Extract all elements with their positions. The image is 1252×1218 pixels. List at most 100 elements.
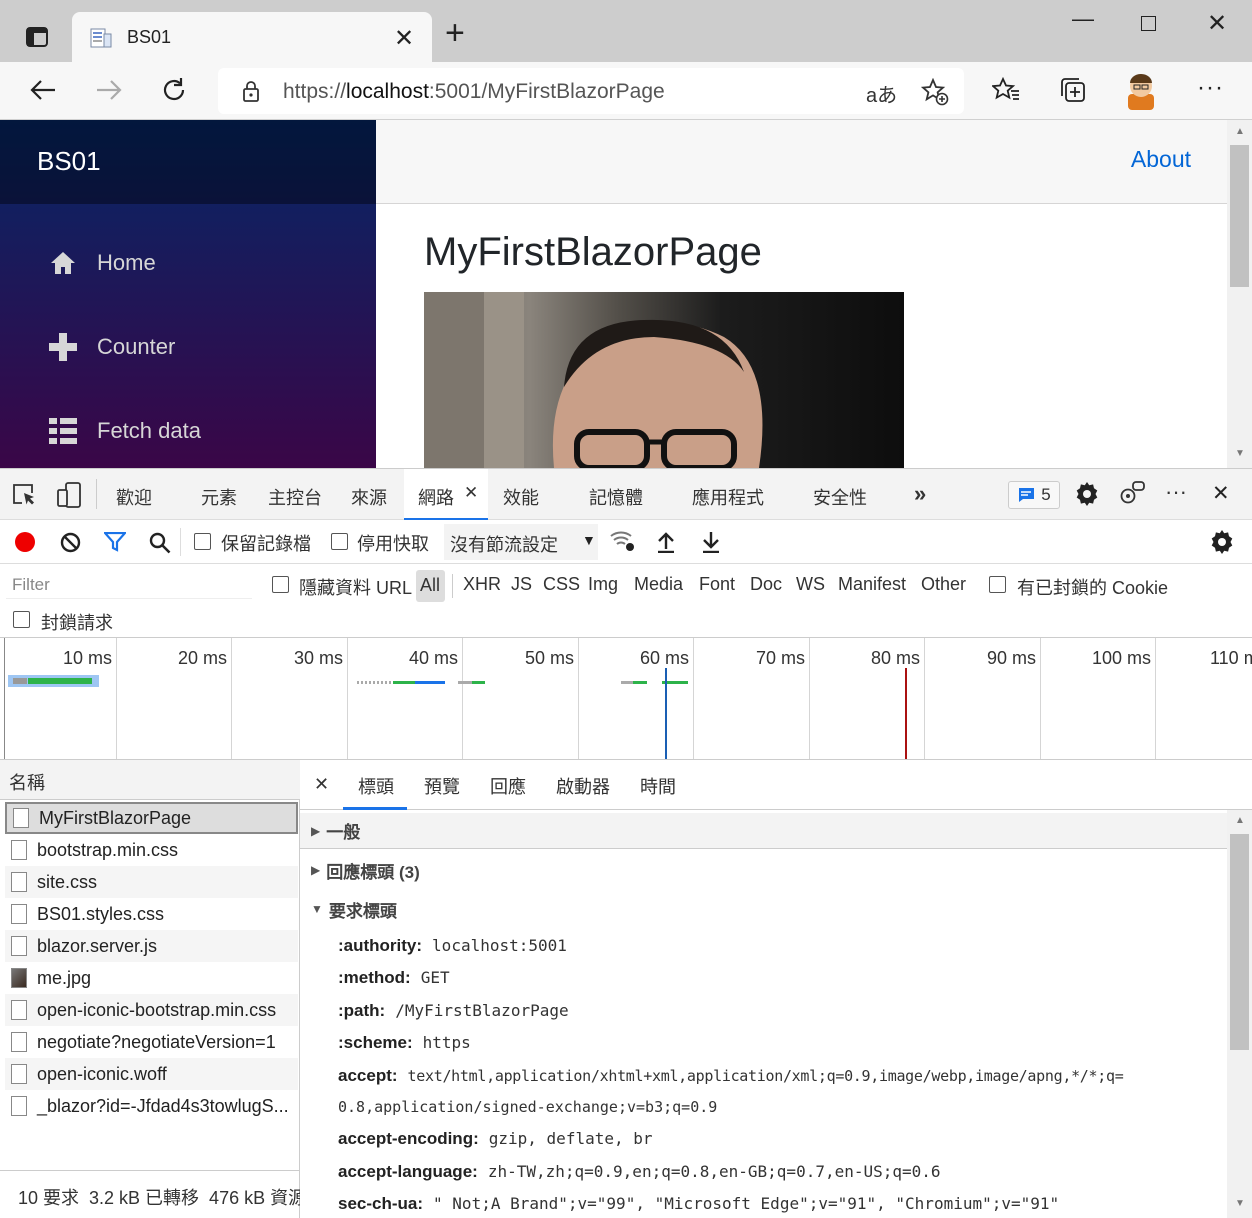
- request-row[interactable]: bootstrap.min.css: [5, 834, 298, 866]
- add-favorite-icon[interactable]: [920, 77, 949, 111]
- close-detail-icon[interactable]: ✕: [314, 774, 329, 795]
- header-row[interactable]: :scheme: https: [338, 1033, 471, 1053]
- request-row[interactable]: BS01.styles.css: [5, 898, 298, 930]
- devtools-tab-security[interactable]: 安全性: [813, 484, 867, 510]
- request-row[interactable]: open-iconic.woff: [5, 1058, 298, 1090]
- header-row[interactable]: :method: GET: [338, 968, 450, 988]
- filter-type-manifest[interactable]: Manifest: [838, 574, 906, 595]
- devtools-settings-icon[interactable]: [1075, 482, 1099, 511]
- disable-cache-checkbox[interactable]: [331, 533, 348, 550]
- page-scroll-thumb[interactable]: [1230, 145, 1249, 287]
- request-row[interactable]: open-iconic-bootstrap.min.css: [5, 994, 298, 1026]
- forward-icon[interactable]: [93, 74, 125, 106]
- header-row[interactable]: :authority: localhost:5001: [338, 936, 567, 956]
- filter-type-img[interactable]: Img: [588, 574, 618, 595]
- filter-type-font[interactable]: Font: [699, 574, 735, 595]
- devtools-tab-welcome[interactable]: 歡迎: [116, 484, 152, 510]
- brand-link[interactable]: BS01: [37, 146, 101, 177]
- scroll-up-icon[interactable]: ▲: [1235, 815, 1245, 826]
- hide-data-url-checkbox[interactable]: [272, 576, 289, 593]
- read-aloud-icon[interactable]: aあ: [866, 79, 897, 108]
- section-response-headers[interactable]: ▶ 回應標頭 (3): [300, 852, 1227, 888]
- address-bar[interactable]: https://localhost:5001/MyFirstBlazorPage…: [218, 68, 964, 114]
- header-row[interactable]: accept-encoding: gzip, deflate, br: [338, 1129, 653, 1149]
- request-row[interactable]: me.jpg: [5, 962, 298, 994]
- minimize-icon[interactable]: —: [1072, 6, 1094, 32]
- header-row-continuation[interactable]: 0.8,application/signed-exchange;v=b3;q=0…: [338, 1097, 717, 1117]
- filter-icon[interactable]: [102, 531, 128, 557]
- detail-scroll-thumb[interactable]: [1230, 834, 1249, 1050]
- header-row[interactable]: accept-language: zh-TW,zh;q=0.9,en;q=0.8,…: [338, 1162, 941, 1182]
- back-icon[interactable]: [27, 74, 59, 106]
- network-overview-timeline[interactable]: 10 ms 20 ms 30 ms 40 ms 50 ms 60 ms 70 m…: [0, 638, 1252, 760]
- page-scrollbar[interactable]: ▲ ▼: [1227, 120, 1252, 468]
- close-devtools-icon[interactable]: ✕: [1212, 481, 1230, 506]
- tab-actions-icon[interactable]: [22, 22, 52, 52]
- browser-tab[interactable]: BS01 ✕: [72, 12, 432, 62]
- more-tabs-icon[interactable]: »: [914, 481, 926, 507]
- url-text[interactable]: https://localhost:5001/MyFirstBlazorPage: [283, 80, 665, 104]
- blocked-requests-checkbox[interactable]: [13, 611, 30, 628]
- preserve-log-checkbox[interactable]: [194, 533, 211, 550]
- filter-type-all[interactable]: All: [416, 570, 445, 602]
- section-general[interactable]: ▶ 一般: [300, 813, 1227, 849]
- search-icon[interactable]: [149, 532, 171, 559]
- inspect-element-icon[interactable]: [12, 483, 38, 512]
- nav-item-counter[interactable]: Counter: [48, 327, 348, 367]
- filter-type-other[interactable]: Other: [921, 574, 966, 595]
- nav-item-home[interactable]: Home: [48, 243, 348, 283]
- request-row[interactable]: negotiate?negotiateVersion=1: [5, 1026, 298, 1058]
- blocked-cookies-checkbox[interactable]: [989, 576, 1006, 593]
- window-close-icon[interactable]: ✕: [1207, 9, 1227, 38]
- devtools-tab-console[interactable]: 主控台: [268, 484, 322, 510]
- new-tab-icon[interactable]: +: [445, 14, 465, 53]
- header-row[interactable]: sec-ch-ua: " Not;A Brand";v="99", "Micros…: [338, 1194, 1059, 1214]
- device-emulation-icon[interactable]: [56, 482, 82, 513]
- devtools-tab-performance[interactable]: 效能: [503, 484, 539, 510]
- about-link[interactable]: About: [1131, 146, 1191, 173]
- export-har-icon[interactable]: [701, 531, 721, 558]
- filter-type-ws[interactable]: WS: [796, 574, 825, 595]
- import-har-icon[interactable]: [656, 531, 676, 558]
- filter-type-js[interactable]: JS: [511, 574, 532, 595]
- close-network-tab-icon[interactable]: ✕: [464, 483, 478, 503]
- detail-tab-response[interactable]: 回應: [490, 773, 526, 799]
- filter-type-media[interactable]: Media: [634, 574, 683, 595]
- name-column-header[interactable]: 名稱: [0, 760, 300, 800]
- refresh-icon[interactable]: [158, 74, 190, 106]
- network-settings-icon[interactable]: [1210, 530, 1234, 559]
- favorites-icon[interactable]: [990, 76, 1020, 108]
- throttling-select[interactable]: 沒有節流設定 ▼: [444, 524, 598, 560]
- devtools-tab-sources[interactable]: 來源: [351, 484, 387, 510]
- scroll-down-icon[interactable]: ▼: [1235, 448, 1245, 459]
- request-row[interactable]: _blazor?id=-Jfdad4s3towlugS...: [5, 1090, 298, 1122]
- detail-tab-headers[interactable]: 標頭: [343, 760, 407, 810]
- header-row[interactable]: :path: /MyFirstBlazorPage: [338, 1001, 569, 1021]
- devtools-tab-network[interactable]: 網路 ✕: [404, 469, 488, 520]
- detail-scrollbar[interactable]: ▲ ▼: [1227, 810, 1252, 1218]
- devtools-tab-memory[interactable]: 記憶體: [589, 484, 643, 510]
- request-row[interactable]: MyFirstBlazorPage: [5, 802, 298, 834]
- feedback-icon[interactable]: [1119, 480, 1145, 511]
- devtools-more-icon[interactable]: ···: [1165, 479, 1187, 505]
- section-request-headers[interactable]: ▼ 要求標頭: [300, 891, 1227, 927]
- header-row[interactable]: accept: text/html,application/xhtml+xml,a…: [338, 1066, 1124, 1086]
- network-conditions-icon[interactable]: [610, 529, 636, 558]
- lock-icon[interactable]: [242, 80, 260, 107]
- filter-input[interactable]: Filter: [6, 571, 252, 599]
- collections-icon[interactable]: [1059, 76, 1087, 109]
- devtools-tab-application[interactable]: 應用程式: [692, 484, 764, 510]
- maximize-icon[interactable]: [1141, 16, 1156, 31]
- nav-item-fetch-data[interactable]: Fetch data: [48, 411, 348, 451]
- clear-icon[interactable]: [60, 532, 81, 558]
- profile-avatar[interactable]: [1122, 70, 1160, 110]
- devtools-tab-elements[interactable]: 元素: [201, 484, 237, 510]
- request-row[interactable]: site.css: [5, 866, 298, 898]
- detail-tab-initiator[interactable]: 啟動器: [556, 773, 610, 799]
- detail-tab-preview[interactable]: 預覽: [424, 773, 460, 799]
- detail-tab-timing[interactable]: 時間: [640, 773, 676, 799]
- filter-type-doc[interactable]: Doc: [750, 574, 782, 595]
- settings-more-icon[interactable]: ···: [1197, 74, 1224, 102]
- issues-badge[interactable]: 5: [1008, 481, 1060, 509]
- tab-close-icon[interactable]: ✕: [394, 24, 414, 53]
